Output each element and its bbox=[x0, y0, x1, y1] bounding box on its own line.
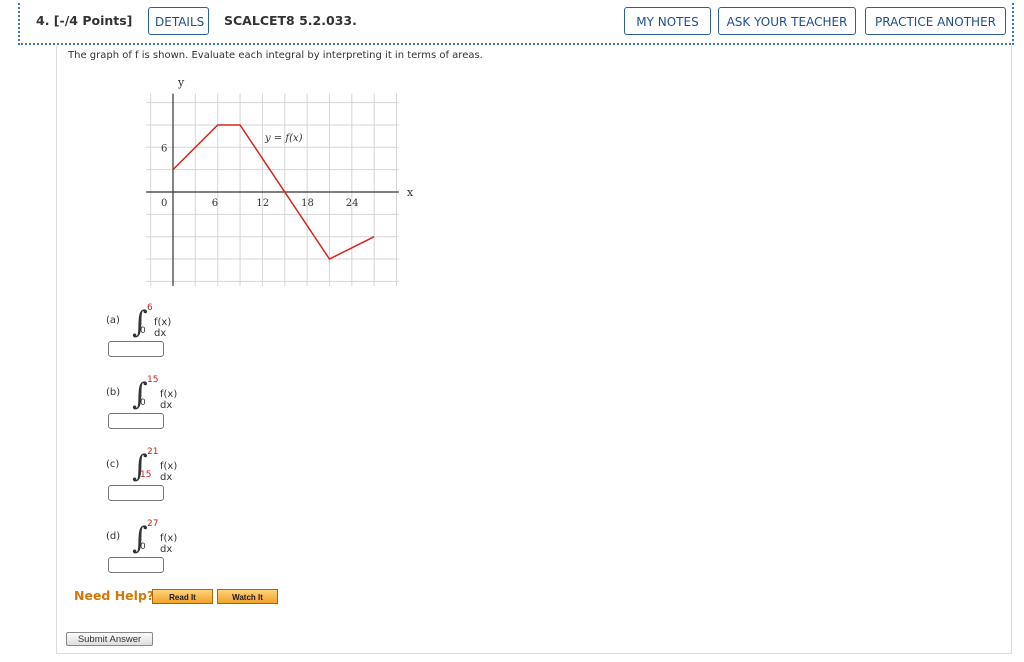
integrand: f(x) dx bbox=[154, 317, 172, 339]
part-label: (c) bbox=[106, 459, 120, 470]
tick-labels: 0 6 12 18 24 6 bbox=[161, 143, 359, 209]
need-help-label: Need Help? bbox=[74, 588, 155, 603]
watch-it-button[interactable]: Watch It bbox=[217, 589, 278, 604]
upper-limit: 6 bbox=[147, 303, 153, 313]
graph-grid bbox=[146, 93, 399, 286]
question-number: 4. [-/4 Points] bbox=[36, 13, 133, 28]
lower-limit: 0 bbox=[140, 542, 146, 552]
x-axis-label: x bbox=[407, 186, 414, 199]
answer-input-d[interactable] bbox=[108, 557, 164, 573]
x-tick-label: 6 bbox=[212, 198, 218, 209]
graph-axes bbox=[146, 93, 399, 286]
question-prompt: The graph of f is shown. Evaluate each i… bbox=[68, 50, 483, 61]
integrand: f(x) dx bbox=[160, 461, 178, 483]
integrand: f(x) dx bbox=[160, 533, 178, 555]
x-tick-label: 12 bbox=[256, 198, 269, 209]
function-label: y = f(x) bbox=[264, 133, 303, 144]
answer-input-b[interactable] bbox=[108, 413, 164, 429]
function-graph: y x y = f(x) 0 6 12 18 24 6 bbox=[146, 76, 414, 286]
integrand: f(x) dx bbox=[160, 389, 178, 411]
answer-input-c[interactable] bbox=[108, 485, 164, 501]
submit-answer-button[interactable]: Submit Answer bbox=[66, 632, 153, 646]
upper-limit: 21 bbox=[147, 447, 159, 457]
x-tick-label: 24 bbox=[346, 198, 359, 209]
part-label: (b) bbox=[106, 387, 121, 398]
question-code: SCALCET8 5.2.033. bbox=[224, 13, 357, 28]
x-tick-label: 18 bbox=[301, 198, 314, 209]
y-axis-label: y bbox=[177, 76, 185, 89]
details-button[interactable]: DETAILS bbox=[148, 7, 209, 35]
y-tick-label: 6 bbox=[161, 143, 167, 154]
lower-limit: 15 bbox=[140, 470, 152, 480]
ask-your-teacher-button[interactable]: ASK YOUR TEACHER bbox=[718, 7, 856, 35]
my-notes-button[interactable]: MY NOTES bbox=[624, 7, 711, 35]
x-tick-label: 0 bbox=[161, 198, 167, 209]
lower-limit: 0 bbox=[140, 326, 146, 336]
practice-another-button[interactable]: PRACTICE ANOTHER bbox=[865, 7, 1006, 35]
read-it-button[interactable]: Read It bbox=[152, 589, 213, 604]
part-label: (a) bbox=[106, 315, 120, 326]
upper-limit: 15 bbox=[147, 375, 159, 385]
answer-input-a[interactable] bbox=[108, 341, 164, 357]
question-header: 4. [-/4 Points] DETAILS SCALCET8 5.2.033… bbox=[18, 3, 1014, 45]
upper-limit: 27 bbox=[147, 519, 159, 529]
part-label: (d) bbox=[106, 531, 121, 542]
lower-limit: 0 bbox=[140, 398, 146, 408]
